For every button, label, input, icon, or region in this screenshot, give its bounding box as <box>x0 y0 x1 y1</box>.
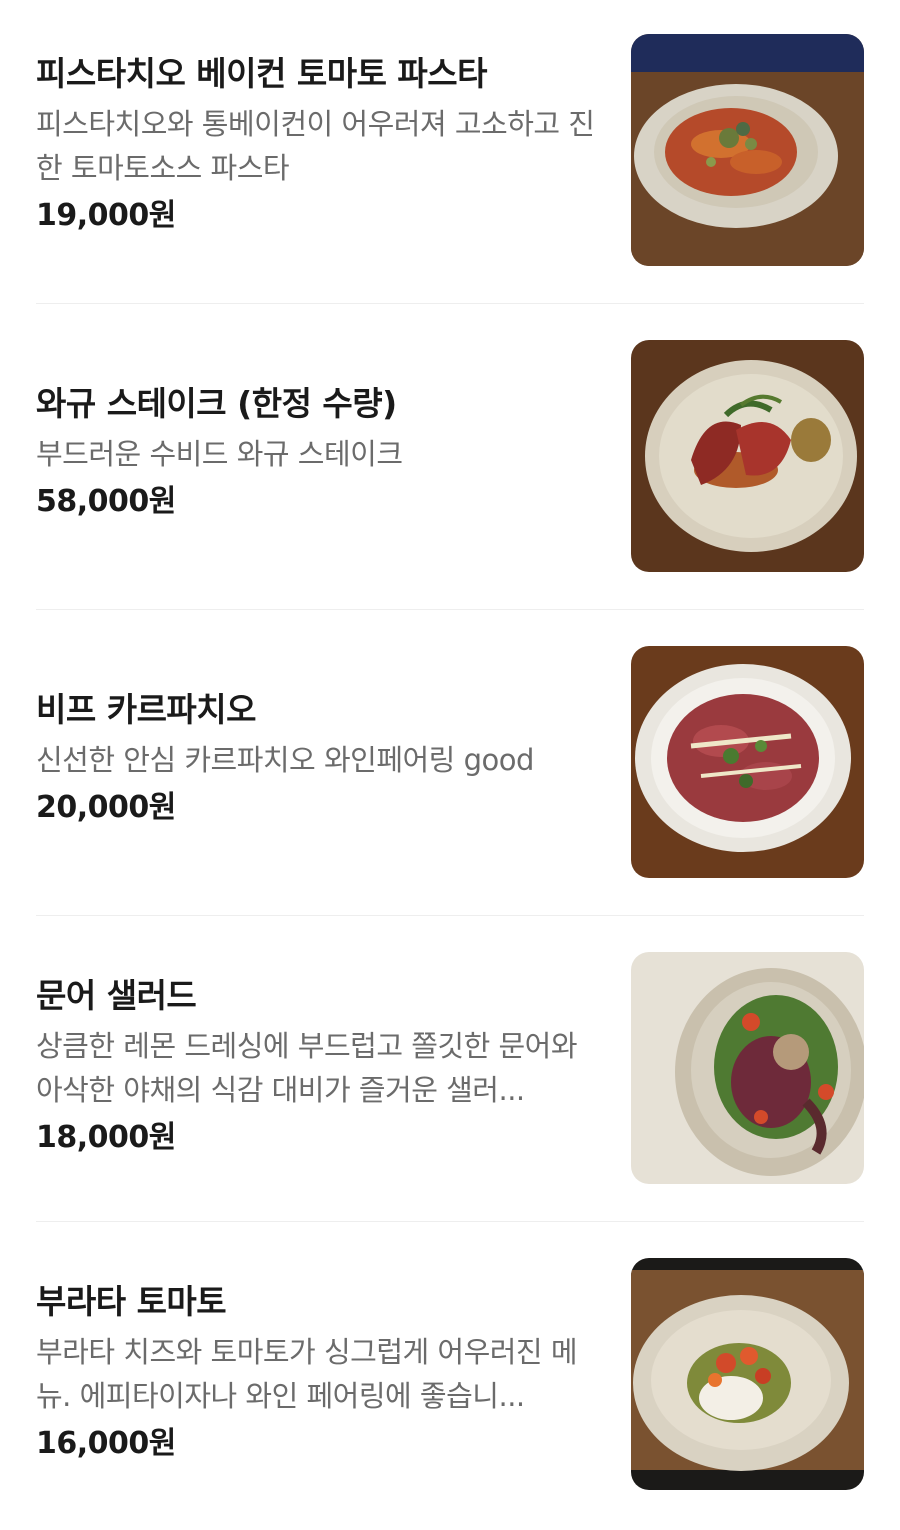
divider <box>36 609 864 610</box>
menu-item-name: 문어 샐러드 <box>36 976 197 1015</box>
menu-item-price: 19,000원 <box>36 198 176 233</box>
menu-item-price: 16,000원 <box>36 1426 176 1461</box>
menu-list: 피스타치오 베이컨 토마토 파스타 피스타치오와 통베이컨이 어우러져 고소하고… <box>0 0 900 1525</box>
menu-item-description: 피스타치오와 통베이컨이 어우러져 고소하고 진한 토마토소스 파스타 <box>36 107 595 185</box>
menu-item-text: 문어 샐러드 상큼한 레몬 드레싱에 부드럽고 쫄깃한 문어와 아삭한 야채의 … <box>36 976 596 1158</box>
divider <box>36 303 864 304</box>
burrata-dish-image <box>631 1258 864 1490</box>
menu-item-text: 와규 스테이크 (한정 수량) 부드러운 수비드 와규 스테이크 58,000원 <box>36 384 596 522</box>
menu-item-price: 18,000원 <box>36 1120 176 1155</box>
menu-item-photo[interactable] <box>631 34 864 266</box>
steak-dish-image <box>631 340 864 572</box>
menu-item-description: 부라타 치즈와 토마토가 싱그럽게 어우러진 메뉴. 에피타이자나 와인 페어링… <box>36 1335 578 1413</box>
menu-item[interactable]: 와규 스테이크 (한정 수량) 부드러운 수비드 와규 스테이크 58,000원 <box>0 306 900 612</box>
salad-dish-image <box>631 952 864 1184</box>
menu-item-name: 비프 카르파치오 <box>36 690 257 729</box>
divider <box>36 915 864 916</box>
menu-item-description: 상큼한 레몬 드레싱에 부드럽고 쫄깃한 문어와 아삭한 야채의 식감 대비가 … <box>36 1029 578 1107</box>
menu-item-price: 20,000원 <box>36 790 176 825</box>
menu-item-price: 58,000원 <box>36 484 176 519</box>
menu-item-text: 부라타 토마토 부라타 치즈와 토마토가 싱그럽게 어우러진 메뉴. 에피타이자… <box>36 1282 596 1464</box>
menu-item-description: 신선한 안심 카르파치오 와인페어링 good <box>36 743 534 777</box>
menu-item[interactable]: 비프 카르파치오 신선한 안심 카르파치오 와인페어링 good 20,000원 <box>0 612 900 918</box>
menu-item-name: 부라타 토마토 <box>36 1282 227 1321</box>
menu-item[interactable]: 부라타 토마토 부라타 치즈와 토마토가 싱그럽게 어우러진 메뉴. 에피타이자… <box>0 1224 900 1530</box>
menu-item-photo[interactable] <box>631 646 864 878</box>
menu-item-photo[interactable] <box>631 1258 864 1490</box>
menu-item-photo[interactable] <box>631 952 864 1184</box>
menu-item[interactable]: 피스타치오 베이컨 토마토 파스타 피스타치오와 통베이컨이 어우러져 고소하고… <box>0 0 900 306</box>
menu-item-text: 피스타치오 베이컨 토마토 파스타 피스타치오와 통베이컨이 어우러져 고소하고… <box>36 54 596 236</box>
divider <box>36 1221 864 1222</box>
menu-item-photo[interactable] <box>631 340 864 572</box>
menu-item-name: 피스타치오 베이컨 토마토 파스타 <box>36 54 488 93</box>
menu-item-name: 와규 스테이크 (한정 수량) <box>36 384 397 423</box>
menu-item-text: 비프 카르파치오 신선한 안심 카르파치오 와인페어링 good 20,000원 <box>36 690 596 828</box>
pasta-dish-image <box>631 34 864 266</box>
menu-item-description: 부드러운 수비드 와규 스테이크 <box>36 437 403 471</box>
menu-item[interactable]: 문어 샐러드 상큼한 레몬 드레싱에 부드럽고 쫄깃한 문어와 아삭한 야채의 … <box>0 918 900 1224</box>
carpaccio-dish-image <box>631 646 864 878</box>
